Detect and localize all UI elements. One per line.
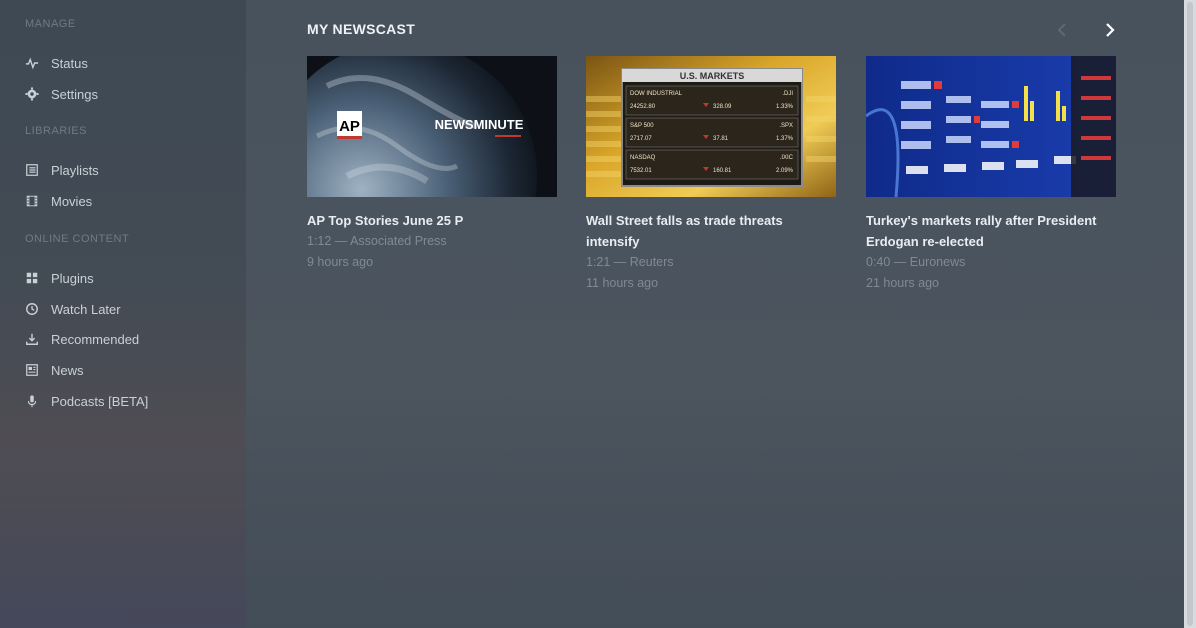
pulse-icon <box>24 56 39 71</box>
section-libraries: LIBRARIES <box>25 125 87 137</box>
svg-text:.IXIC: .IXIC <box>780 155 794 161</box>
card-title-line: Turkey's markets rally after President <box>866 213 1097 228</box>
sidebar-item-label: Recommended <box>51 331 140 347</box>
svg-text:AP: AP <box>339 118 360 135</box>
svg-text:DOW INDUSTRIAL: DOW INDUSTRIAL <box>630 91 683 97</box>
main-content: MY NEWSCAST AP NEWSMINUTE AP Top Stories… <box>246 0 1184 628</box>
download-icon <box>24 332 39 347</box>
sidebar-item-label: Settings <box>51 86 98 102</box>
sidebar-item-plugins[interactable]: Plugins <box>24 268 94 288</box>
svg-text:NASDAQ: NASDAQ <box>630 155 656 161</box>
sidebar-item-recommended[interactable]: Recommended <box>24 329 139 349</box>
svg-text:2.09%: 2.09% <box>776 168 794 174</box>
vertical-scrollbar[interactable] <box>1184 0 1196 628</box>
card-title[interactable]: AP Top Stories June 25 P <box>307 210 557 231</box>
svg-text:160.81: 160.81 <box>713 168 732 174</box>
svg-text:S&P 500: S&P 500 <box>630 123 654 129</box>
svg-text:37.81: 37.81 <box>713 136 729 142</box>
sidebar-item-settings[interactable]: Settings <box>24 84 98 104</box>
sidebar-item-label: Watch Later <box>51 301 121 317</box>
svg-text:.SPX: .SPX <box>779 123 793 129</box>
carousel-next-button[interactable] <box>1099 18 1121 42</box>
grid-icon <box>24 271 39 286</box>
svg-text:NEWSMINUTE: NEWSMINUTE <box>435 117 524 132</box>
card-age: 21 hours ago <box>866 275 939 290</box>
card-duration-source: 1:12 — Associated Press <box>307 234 447 248</box>
sidebar-item-watch-later[interactable]: Watch Later <box>24 299 121 319</box>
card-duration-source: 0:40 — Euronews <box>866 255 966 269</box>
sidebar-item-label: News <box>51 362 84 378</box>
svg-text:U.S. MARKETS: U.S. MARKETS <box>680 71 745 81</box>
app-window: MANAGE Status Settings LIBRARIES Playlis… <box>0 0 1184 628</box>
thumbnail-ap[interactable]: AP NEWSMINUTE <box>307 56 557 197</box>
film-icon <box>24 194 39 209</box>
card-age: 11 hours ago <box>586 275 659 290</box>
microphone-icon <box>24 394 39 409</box>
svg-text:1.37%: 1.37% <box>776 136 794 142</box>
carousel-prev-button[interactable] <box>1051 18 1073 42</box>
svg-text:1.33%: 1.33% <box>776 104 794 110</box>
card-title-line: Wall Street falls as trade threats <box>586 213 783 228</box>
card-duration-source: 1:21 — Reuters <box>586 255 674 269</box>
thumbnail-markets[interactable]: U.S. MARKETS DOW INDUSTRIAL .DJI 24252.8… <box>586 56 836 197</box>
sidebar-item-label: Plugins <box>51 270 94 286</box>
card-age: 9 hours ago <box>307 254 374 269</box>
sidebar-item-movies[interactable]: Movies <box>24 191 92 211</box>
card-title-line: intensify <box>586 234 640 249</box>
thumbnail-turkey-markets[interactable] <box>866 56 1116 197</box>
sidebar-item-label: Status <box>51 55 88 71</box>
chevron-right-icon <box>1106 23 1115 37</box>
svg-text:2717.07: 2717.07 <box>630 136 652 142</box>
svg-text:.DJI: .DJI <box>782 91 793 97</box>
sidebar-item-news[interactable]: News <box>24 360 84 380</box>
clock-icon <box>24 302 39 317</box>
sidebar-item-label: Podcasts [BETA] <box>51 393 149 409</box>
news-card[interactable]: Turkey's markets rally after President E… <box>866 56 1116 293</box>
svg-text:7532.01: 7532.01 <box>630 168 652 174</box>
newspaper-icon <box>24 363 39 378</box>
sidebar-item-status[interactable]: Status <box>24 53 88 73</box>
chevron-left-icon <box>1057 23 1066 37</box>
svg-text:328.09: 328.09 <box>713 104 732 110</box>
card-title[interactable]: Wall Street falls as trade threats inten… <box>586 210 836 252</box>
sidebar-item-label: Movies <box>51 193 93 209</box>
news-card[interactable]: U.S. MARKETS DOW INDUSTRIAL .DJI 24252.8… <box>586 56 836 293</box>
section-manage: MANAGE <box>25 18 76 30</box>
card-title[interactable]: Turkey's markets rally after President E… <box>866 210 1116 252</box>
card-title-line: Erdogan re-elected <box>866 234 984 249</box>
sidebar-item-playlists[interactable]: Playlists <box>24 160 99 180</box>
gear-icon <box>24 87 39 102</box>
newscast-title: MY NEWSCAST <box>307 21 416 37</box>
scrollbar-thumb[interactable] <box>1187 2 1193 626</box>
svg-text:24252.80: 24252.80 <box>630 104 656 110</box>
list-icon <box>24 163 39 178</box>
section-online-content: ONLINE CONTENT <box>25 233 130 245</box>
sidebar: MANAGE Status Settings LIBRARIES Playlis… <box>0 0 246 628</box>
sidebar-item-label: Playlists <box>51 162 99 178</box>
sidebar-item-podcasts[interactable]: Podcasts [BETA] <box>24 391 148 411</box>
news-card[interactable]: AP NEWSMINUTE AP Top Stories June 25 P 1… <box>307 56 557 272</box>
